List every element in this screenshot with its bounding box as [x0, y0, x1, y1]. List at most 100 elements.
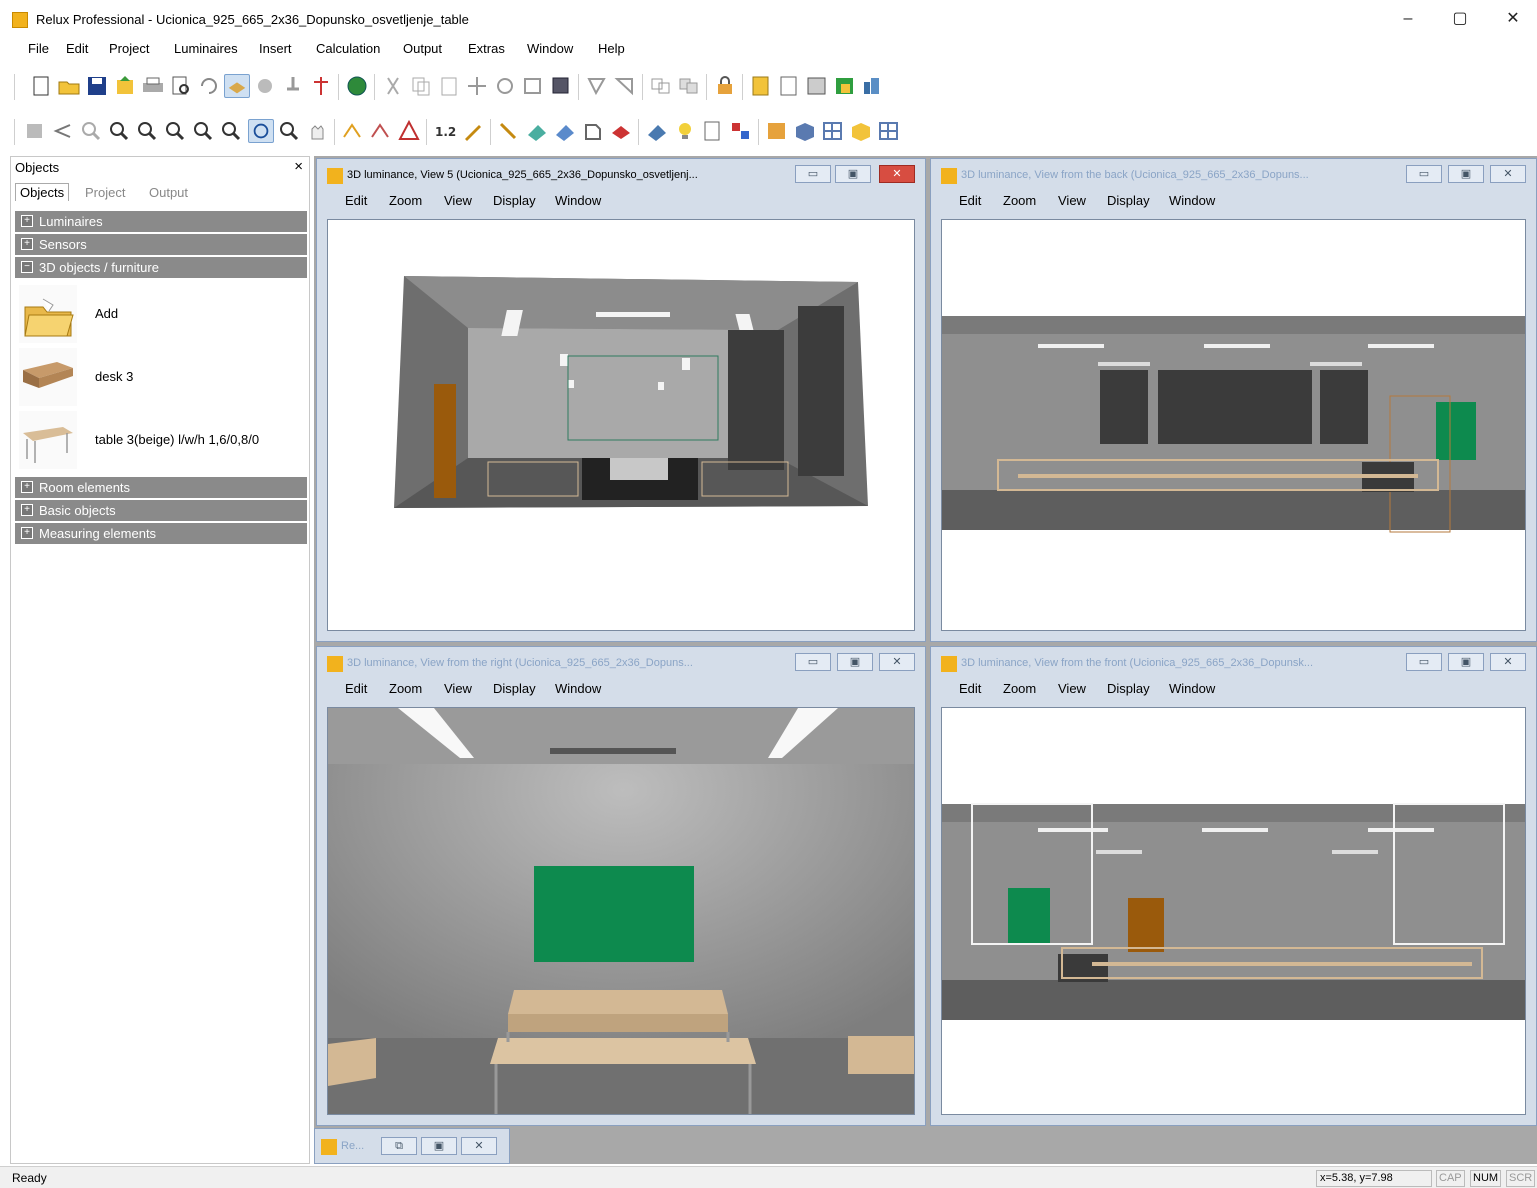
open-folder-icon[interactable] [56, 74, 82, 98]
ungroup-icon[interactable] [676, 74, 702, 98]
window-menu-display[interactable]: Display [1107, 193, 1150, 208]
cut-icon[interactable] [380, 74, 406, 98]
window-maximize-icon[interactable]: ▣ [421, 1137, 457, 1155]
window-close-icon[interactable]: ✕ [1490, 165, 1526, 183]
view-grid-icon[interactable] [820, 119, 846, 143]
maximize-button[interactable]: ▢ [1437, 4, 1483, 34]
tab-project[interactable]: Project [85, 185, 125, 200]
lightbulb-icon[interactable] [672, 119, 698, 143]
group-basic-objects[interactable]: + Basic objects [15, 500, 307, 521]
draw-marker-icon[interactable] [608, 119, 634, 143]
scale-icon[interactable] [520, 74, 546, 98]
chart-export-icon[interactable] [832, 74, 858, 98]
render-canvas[interactable] [327, 707, 915, 1115]
window-menu-view[interactable]: View [444, 193, 472, 208]
perspective-icon[interactable] [396, 119, 422, 143]
view-window-back[interactable]: 3D luminance, View from the back (Ucioni… [930, 158, 1537, 642]
window-menu-window[interactable]: Window [1169, 681, 1215, 696]
window-menu-zoom[interactable]: Zoom [1003, 193, 1036, 208]
move-icon[interactable] [464, 74, 490, 98]
window-restore-icon[interactable]: ▣ [1448, 165, 1484, 183]
luminaire-insert-icon[interactable] [252, 74, 278, 98]
menu-extras[interactable]: Extras [468, 41, 505, 56]
report-icon[interactable] [748, 74, 774, 98]
view-window-right[interactable]: 3D luminance, View from the right (Ucion… [316, 646, 926, 1126]
new-file-icon[interactable] [28, 74, 54, 98]
menu-insert[interactable]: Insert [259, 41, 292, 56]
paste-icon[interactable] [436, 74, 462, 98]
zoom-extents-icon[interactable] [190, 119, 216, 143]
measure-icon[interactable] [340, 119, 366, 143]
window-restore-icon[interactable]: ▣ [837, 653, 873, 671]
image-export-icon[interactable] [804, 74, 830, 98]
minimized-window[interactable]: Re... ⧉ ▣ ✕ [314, 1128, 510, 1164]
print-preview-icon[interactable] [168, 74, 194, 98]
menu-project[interactable]: Project [109, 41, 149, 56]
report-page-icon[interactable] [700, 119, 726, 143]
window-minimize-icon[interactable]: ▭ [1406, 165, 1442, 183]
group-sensors[interactable]: + Sensors [15, 234, 307, 255]
render-canvas[interactable] [941, 707, 1526, 1115]
menu-edit[interactable]: Edit [66, 41, 88, 56]
list-item[interactable]: table 3(beige) l/w/h 1,6/0,8/0 [19, 411, 309, 469]
zoom-previous-icon[interactable] [218, 119, 244, 143]
panel-close-button[interactable]: × [294, 158, 303, 175]
lock-icon[interactable] [712, 74, 738, 98]
room-view-icon[interactable] [224, 74, 250, 98]
window-menu-view[interactable]: View [1058, 193, 1086, 208]
angle-measure-icon[interactable] [368, 119, 394, 143]
window-menu-edit[interactable]: Edit [959, 681, 981, 696]
draw-area-icon[interactable] [524, 119, 550, 143]
window-restore-icon[interactable]: ▣ [1448, 653, 1484, 671]
window-close-icon[interactable]: ✕ [879, 653, 915, 671]
window-menu-view[interactable]: View [444, 681, 472, 696]
pan-hand-icon[interactable] [304, 119, 330, 143]
zoom-back-icon[interactable] [50, 119, 76, 143]
zoom-out-icon[interactable] [134, 119, 160, 143]
export-icon[interactable] [112, 74, 138, 98]
group-icon[interactable] [648, 74, 674, 98]
print-icon[interactable] [140, 74, 166, 98]
render-icon[interactable] [644, 119, 670, 143]
window-menu-window[interactable]: Window [555, 681, 601, 696]
color-chart-icon[interactable] [728, 119, 754, 143]
group-3d-objects[interactable]: − 3D objects / furniture [15, 257, 307, 278]
window-close-icon[interactable]: ✕ [461, 1137, 497, 1155]
menu-file[interactable]: File [28, 41, 49, 56]
group-room-elements[interactable]: + Room elements [15, 477, 307, 498]
window-menu-zoom[interactable]: Zoom [389, 193, 422, 208]
view-split-icon[interactable] [876, 119, 902, 143]
tab-objects[interactable]: Objects [15, 183, 70, 201]
window-menu-edit[interactable]: Edit [345, 681, 367, 696]
window-menu-display[interactable]: Display [1107, 681, 1150, 696]
draw-box-icon[interactable] [580, 119, 606, 143]
save-icon[interactable] [84, 74, 110, 98]
window-close-icon[interactable]: ✕ [1490, 653, 1526, 671]
window-minimize-icon[interactable]: ▭ [795, 165, 831, 183]
group-measuring-elements[interactable]: + Measuring elements [15, 523, 307, 544]
window-menu-edit[interactable]: Edit [959, 193, 981, 208]
close-button[interactable]: ✕ [1490, 4, 1536, 34]
view-cube-icon[interactable] [792, 119, 818, 143]
building-icon[interactable] [860, 74, 886, 98]
undo-icon[interactable] [196, 74, 222, 98]
window-restore-icon[interactable]: ⧉ [381, 1137, 417, 1155]
draw-line-icon[interactable] [496, 119, 522, 143]
menu-calculation[interactable]: Calculation [316, 41, 380, 56]
minimize-button[interactable]: – [1385, 4, 1431, 34]
list-item[interactable]: desk 3 [19, 348, 309, 406]
copy-icon[interactable] [408, 74, 434, 98]
window-menu-window[interactable]: Window [1169, 193, 1215, 208]
view-solid-icon[interactable] [848, 119, 874, 143]
tab-output[interactable]: Output [149, 185, 188, 200]
align-left-icon[interactable] [584, 74, 610, 98]
scale-factor-icon[interactable]: 1.2 [432, 119, 458, 143]
render-canvas[interactable] [327, 219, 915, 631]
window-menu-zoom[interactable]: Zoom [389, 681, 422, 696]
view-window-view5[interactable]: 3D luminance, View 5 (Ucionica_925_665_2… [316, 158, 926, 642]
window-close-icon[interactable]: ✕ [879, 165, 915, 183]
menu-output[interactable]: Output [403, 41, 442, 56]
view-gallery-icon[interactable] [764, 119, 790, 143]
view-window-front[interactable]: 3D luminance, View from the front (Ucion… [930, 646, 1537, 1126]
document-icon[interactable] [776, 74, 802, 98]
